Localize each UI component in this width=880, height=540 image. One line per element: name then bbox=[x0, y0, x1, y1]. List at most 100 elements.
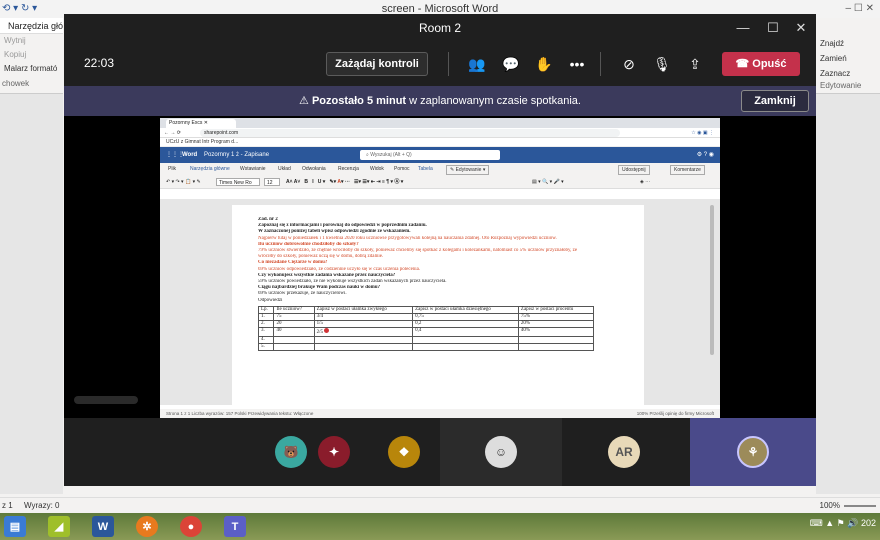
extension-icons[interactable]: ☆ ◉ ▣ ⋮ bbox=[691, 128, 714, 138]
camera-off-icon[interactable]: ⊘ bbox=[618, 53, 640, 75]
share-screen-icon[interactable]: ⇪ bbox=[684, 53, 706, 75]
participant-tile[interactable]: AR bbox=[564, 418, 684, 486]
raise-hand-icon[interactable]: ✋ bbox=[533, 53, 555, 75]
tab-help[interactable]: Pomoc bbox=[394, 163, 410, 175]
editing-mode-dropdown[interactable]: ✎ Edytowanie ▾ bbox=[446, 165, 490, 175]
participants-icon[interactable]: 👥 bbox=[466, 53, 488, 75]
table-cell[interactable]: Zapisz w postaci procentu bbox=[517, 305, 595, 314]
table-cell[interactable] bbox=[313, 335, 414, 344]
quick-access-icons[interactable]: ⟲ ▾ ↻ ▾ bbox=[2, 0, 37, 18]
format-painter-button[interactable]: Malarz formató bbox=[0, 62, 63, 76]
table-cell[interactable]: 3. bbox=[257, 326, 275, 337]
table-cell[interactable]: Zapisz w postaci ułamka dziesiętnego bbox=[412, 305, 519, 314]
divider bbox=[448, 52, 449, 76]
media-icon[interactable]: ◢ bbox=[48, 516, 70, 537]
table-cell[interactable]: 0,2 bbox=[412, 319, 519, 328]
table-cell[interactable]: 5. bbox=[257, 342, 275, 351]
table-cell[interactable] bbox=[273, 335, 315, 344]
maximize-icon[interactable]: ☐ bbox=[758, 14, 788, 42]
undo-redo-icons[interactable]: ↶ ▾ ↷ ▾ 📋 ▾ ✎ bbox=[166, 175, 201, 189]
cut-button[interactable]: Wytnij bbox=[0, 34, 63, 48]
table-cell[interactable]: 0,4 bbox=[412, 326, 519, 337]
banner-close-button[interactable]: Zamknij bbox=[741, 90, 809, 112]
document-scrollbar[interactable] bbox=[710, 205, 714, 355]
table-cell[interactable]: 20 bbox=[273, 319, 315, 328]
minimize-icon[interactable]: — bbox=[728, 14, 758, 42]
table-cell[interactable]: 75% bbox=[517, 312, 595, 321]
table-cell[interactable] bbox=[517, 342, 595, 351]
table-cell[interactable]: 4. bbox=[257, 335, 275, 344]
word-page-area-right bbox=[816, 94, 880, 494]
tab-file[interactable]: Plik bbox=[168, 163, 176, 175]
select-button[interactable]: Zaznacz bbox=[816, 66, 880, 81]
table-cell[interactable]: 2/5 bbox=[313, 326, 414, 337]
table-cell[interactable] bbox=[313, 342, 414, 351]
wo-status-left: Strona 1 z 1 Liczba wyrazów: 157 Polski … bbox=[166, 411, 314, 416]
table-cell[interactable]: Zapisz w postaci ułamka zwykłego bbox=[313, 305, 414, 314]
bookmarks-bar[interactable]: UCzU z Gimnat Intr Program d... bbox=[160, 138, 720, 147]
participant-tile[interactable]: ⚘ bbox=[690, 418, 816, 486]
table-row: 2. 20 1/5 0,2 20% bbox=[257, 319, 595, 328]
participant-tile[interactable]: ❖ bbox=[364, 418, 444, 486]
comments-button[interactable]: Komentarze bbox=[670, 165, 705, 175]
share-button[interactable]: Udostępnij bbox=[618, 165, 650, 175]
answers-table[interactable]: Lp. Ile uczniów? Zapisz w postaci ułamka… bbox=[257, 305, 595, 351]
settings-icon[interactable]: ✲ bbox=[136, 516, 158, 537]
word-count: Wyrazy: 0 bbox=[24, 501, 60, 510]
ribbon-tab-home[interactable]: Narzędzia głów bbox=[0, 18, 63, 34]
participant-tile[interactable]: ☺ bbox=[440, 418, 562, 486]
table-cell[interactable] bbox=[273, 342, 315, 351]
word-icon[interactable]: W bbox=[92, 516, 114, 537]
system-tray[interactable]: ⌨ ▲ ⚑ 🔊 202 bbox=[810, 518, 876, 529]
copy-button[interactable]: Kopiuj bbox=[0, 48, 63, 62]
window-controls[interactable]: – ☐ ✕ bbox=[846, 0, 874, 18]
table-cell[interactable] bbox=[412, 335, 519, 344]
zoom-slider[interactable] bbox=[844, 505, 876, 507]
table-cell[interactable]: 75 bbox=[273, 312, 315, 321]
table-cell[interactable]: 20% bbox=[517, 319, 595, 328]
font-size-field[interactable]: 12 bbox=[264, 178, 280, 186]
settings-icons[interactable]: ⚙ ? ◉ bbox=[697, 147, 714, 163]
search-field[interactable]: ⌕ Wyszukaj (Alt + Q) bbox=[360, 150, 500, 160]
table-cell[interactable]: 40 bbox=[273, 326, 315, 337]
replace-button[interactable]: Zamień bbox=[816, 51, 880, 66]
table-cell[interactable]: 3/4 bbox=[313, 312, 414, 321]
url-field[interactable]: sharepoint.com bbox=[200, 129, 620, 137]
table-cell[interactable]: Ile uczniów? bbox=[273, 305, 315, 314]
find-button[interactable]: Znajdź bbox=[816, 36, 880, 51]
table-cell[interactable]: 40% bbox=[517, 326, 595, 337]
document-name[interactable]: Pozornny 1 ż - Zapisane bbox=[204, 147, 269, 163]
table-cell[interactable]: 2. bbox=[257, 319, 275, 328]
chrome-icon[interactable]: ● bbox=[180, 516, 202, 537]
microphone-icon[interactable]: 🎙 bbox=[651, 53, 673, 75]
table-cell[interactable] bbox=[412, 342, 519, 351]
formatting-icons[interactable]: A˄ A˅ B I U ▾ ✎▾ A▾ ⋯ ☰▾ ☰▾ ⇤ ⇥ ≡ ¶ ▾ Ⓐ … bbox=[286, 175, 403, 189]
designer-icon[interactable]: ◈ ⋯ bbox=[640, 175, 650, 189]
styles-icons[interactable]: ▤ ▾ 🔍 ▾ 🎤 ▾ bbox=[532, 175, 564, 189]
font-name-field[interactable]: Times New Ro bbox=[216, 178, 260, 186]
request-control-button[interactable]: Zażądaj kontroli bbox=[326, 52, 428, 76]
table-cell[interactable]: 1. bbox=[257, 312, 275, 321]
tab-layout[interactable]: Układ bbox=[278, 163, 291, 175]
browser-tab[interactable]: Pozornny Excs ✕ bbox=[166, 119, 236, 128]
nav-icons[interactable]: ← → ⟳ bbox=[164, 128, 181, 138]
leave-button[interactable]: ☎ Opuść bbox=[722, 52, 800, 76]
tab-insert[interactable]: Wstawianie bbox=[240, 163, 266, 175]
table-cell[interactable]: Lp. bbox=[257, 305, 275, 314]
table-cell[interactable]: 0,75 bbox=[412, 312, 519, 321]
wo-status-right: 100% Prześlij opinię do firmy Microsoft bbox=[636, 411, 714, 416]
teams-icon[interactable]: T bbox=[224, 516, 246, 537]
chat-icon[interactable]: 💬 bbox=[500, 53, 522, 75]
word-online-app-name: Word bbox=[182, 152, 198, 158]
more-options-icon[interactable]: ••• bbox=[566, 53, 588, 75]
document-page[interactable]: Zad. nr 2 Zapoznaj się z informacjami i … bbox=[232, 205, 644, 405]
tab-review[interactable]: Recenzja bbox=[338, 163, 359, 175]
close-icon[interactable]: ✕ bbox=[786, 14, 816, 42]
participant-tile[interactable]: ✦ bbox=[294, 418, 374, 486]
file-explorer-icon[interactable]: ▤ bbox=[4, 516, 26, 537]
tab-view[interactable]: Widok bbox=[370, 163, 384, 175]
table-cell[interactable] bbox=[517, 335, 595, 344]
table-cell[interactable]: 1/5 bbox=[313, 319, 414, 328]
tab-references[interactable]: Odwołania bbox=[302, 163, 326, 175]
tab-table[interactable]: Tabela bbox=[418, 163, 433, 175]
